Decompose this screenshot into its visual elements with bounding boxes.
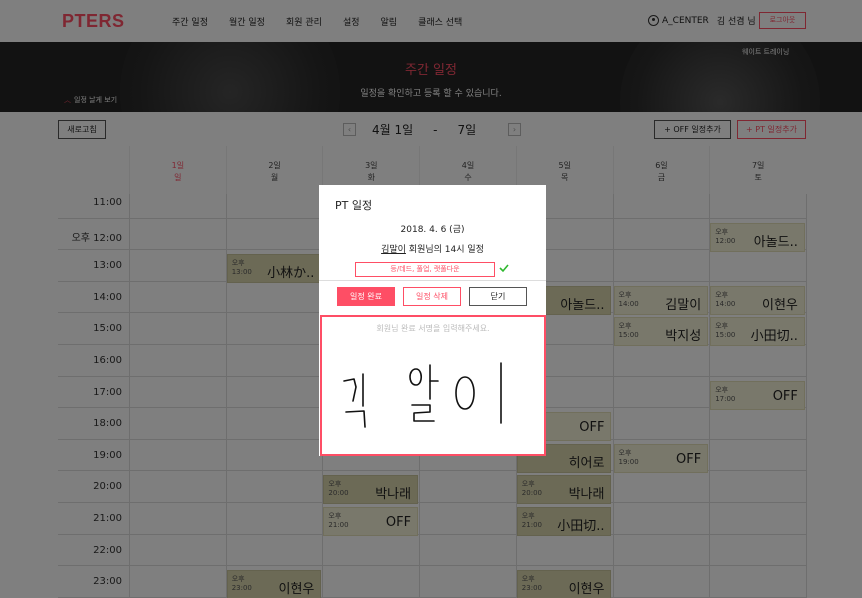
signature-drawing — [343, 362, 502, 428]
check-icon — [499, 264, 509, 273]
app-root: PTERS 주간 일정 월간 일정 회원 관리 설정 알림 클래스 선택 A_C… — [0, 0, 862, 598]
modal-divider — [319, 280, 546, 281]
modal-member: 김말이 회원님의 14시 일정 — [319, 242, 546, 255]
modal-date: 2018. 4. 6 (금) — [400, 225, 465, 235]
signature-pad[interactable]: 회원님 완료 서명을 입력해주세요. — [320, 315, 546, 456]
complete-schedule-button[interactable]: 일정 완료 — [337, 287, 395, 306]
delete-schedule-button[interactable]: 일정 삭제 — [403, 287, 461, 306]
exercise-tag[interactable]: 등/데드, 풀업, 랫풀다운 — [355, 262, 495, 277]
pt-schedule-modal: PT 일정 2018. 4. 6 (금) 김말이 회원님의 14시 일정 등/데… — [319, 185, 546, 456]
modal-title: PT 일정 — [335, 199, 373, 212]
member-name-link[interactable]: 김말이 — [381, 245, 406, 255]
close-modal-button[interactable]: 닫기 — [469, 287, 527, 306]
member-schedule-text: 회원님의 14시 일정 — [405, 245, 484, 255]
